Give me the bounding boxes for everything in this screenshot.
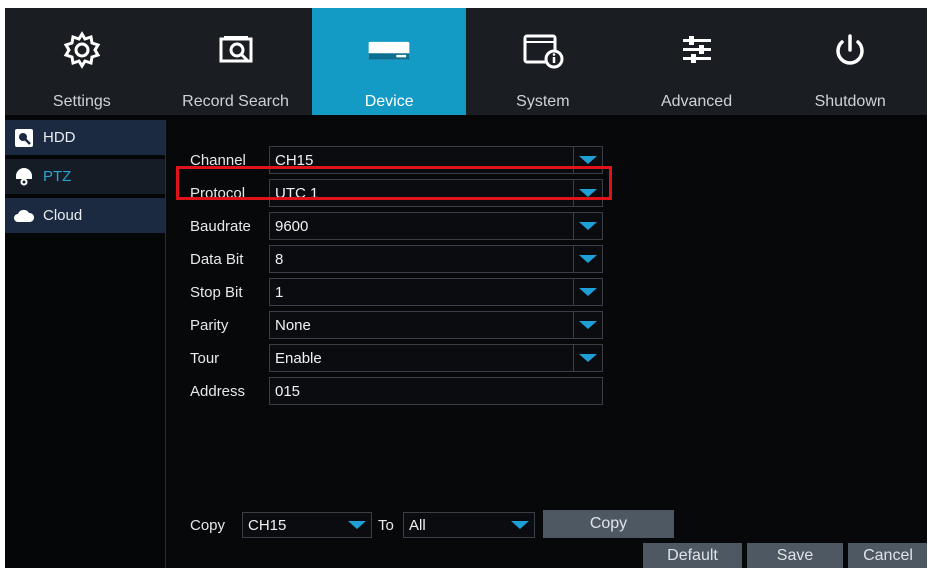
sidebar-item-cloud[interactable]: Cloud [5, 198, 165, 233]
chevron-down-icon[interactable] [343, 513, 371, 537]
hard-drive-icon [367, 30, 411, 70]
tab-advanced-label: Advanced [660, 93, 733, 110]
tour-value: Enable [275, 349, 322, 367]
copy-to-select[interactable]: All [403, 512, 535, 538]
chevron-down-icon[interactable] [573, 180, 602, 206]
channel-label: Channel [190, 151, 246, 169]
stop-bit-row: Stop Bit [190, 278, 272, 306]
to-row: To [378, 511, 394, 539]
parity-value: None [275, 316, 311, 334]
to-label: To [378, 516, 394, 534]
dvr-settings-window: Settings Record Search Device System Adv… [5, 8, 927, 568]
address-input[interactable]: 015 [269, 377, 603, 405]
tab-device-label: Device [364, 93, 414, 110]
address-label: Address [190, 382, 246, 400]
copy-from-select[interactable]: CH15 [242, 512, 372, 538]
baudrate-value: 9600 [275, 217, 309, 235]
parity-row: Parity [190, 311, 272, 339]
baudrate-label: Baudrate [190, 217, 251, 235]
sidebar-item-hdd-label: HDD [43, 129, 76, 146]
copy-to-value: All [409, 516, 426, 534]
chevron-down-icon[interactable] [573, 345, 602, 371]
data-bit-row: Data Bit [190, 245, 272, 273]
copy-label: Copy [190, 516, 226, 534]
sidebar-item-ptz[interactable]: PTZ [5, 159, 165, 194]
chevron-down-icon[interactable] [573, 246, 602, 272]
protocol-label: Protocol [190, 184, 246, 202]
record-search-icon [214, 30, 258, 70]
system-info-icon [521, 30, 565, 70]
parity-select[interactable]: None [269, 311, 603, 339]
data-bit-select[interactable]: 8 [269, 245, 603, 273]
tab-device[interactable]: Device [312, 8, 467, 115]
baudrate-select[interactable]: 9600 [269, 212, 603, 240]
tab-record-search-label: Record Search [182, 93, 289, 110]
data-bit-value: 8 [275, 250, 284, 268]
tab-settings-label: Settings [52, 93, 111, 110]
default-button[interactable]: Default [643, 543, 742, 568]
cloud-icon [13, 205, 35, 227]
address-value: 015 [275, 382, 301, 400]
tab-system-label: System [516, 93, 570, 110]
sliders-icon [675, 30, 719, 70]
channel-select[interactable]: CH15 [269, 146, 603, 174]
tab-record-search[interactable]: Record Search [159, 8, 313, 115]
chevron-down-icon[interactable] [573, 213, 602, 239]
copy-row: Copy [190, 511, 225, 539]
tab-system[interactable]: System [466, 8, 620, 115]
sidebar-item-hdd[interactable]: HDD [5, 120, 165, 155]
protocol-row: Protocol [190, 179, 272, 207]
sidebar: HDD PTZ Cloud [5, 120, 165, 237]
stop-bit-select[interactable]: 1 [269, 278, 603, 306]
top-navigation: Settings Record Search Device System Adv… [5, 8, 927, 115]
ptz-camera-icon [13, 166, 35, 188]
baudrate-row: Baudrate [190, 212, 272, 240]
sidebar-item-ptz-label: PTZ [43, 168, 72, 185]
gear-icon [60, 30, 104, 70]
address-row: Address [190, 377, 272, 405]
chevron-down-icon[interactable] [506, 513, 534, 537]
ptz-settings-panel: Channel CH15 Protocol UTC 1 Baudrate 960… [165, 120, 927, 568]
parity-label: Parity [190, 316, 229, 334]
copy-button[interactable]: Copy [543, 510, 674, 538]
protocol-value: UTC 1 [275, 184, 319, 202]
channel-row: Channel [190, 146, 272, 174]
stop-bit-label: Stop Bit [190, 283, 243, 301]
tab-shutdown-label: Shutdown [814, 93, 886, 110]
channel-value: CH15 [275, 151, 314, 169]
copy-from-value: CH15 [248, 516, 287, 534]
tab-advanced[interactable]: Advanced [620, 8, 774, 115]
tour-select[interactable]: Enable [269, 344, 603, 372]
tab-settings[interactable]: Settings [5, 8, 159, 115]
tour-row: Tour [190, 344, 272, 372]
protocol-select[interactable]: UTC 1 [269, 179, 603, 207]
hdd-icon [13, 127, 35, 149]
sidebar-item-cloud-label: Cloud [43, 207, 83, 224]
chevron-down-icon[interactable] [573, 279, 602, 305]
tour-label: Tour [190, 349, 220, 367]
save-button[interactable]: Save [747, 543, 843, 568]
power-icon [828, 30, 872, 70]
data-bit-label: Data Bit [190, 250, 244, 268]
tab-shutdown[interactable]: Shutdown [773, 8, 927, 115]
cancel-button[interactable]: Cancel [848, 543, 927, 568]
chevron-down-icon[interactable] [573, 312, 602, 338]
chevron-down-icon[interactable] [573, 147, 602, 173]
stop-bit-value: 1 [275, 283, 284, 301]
